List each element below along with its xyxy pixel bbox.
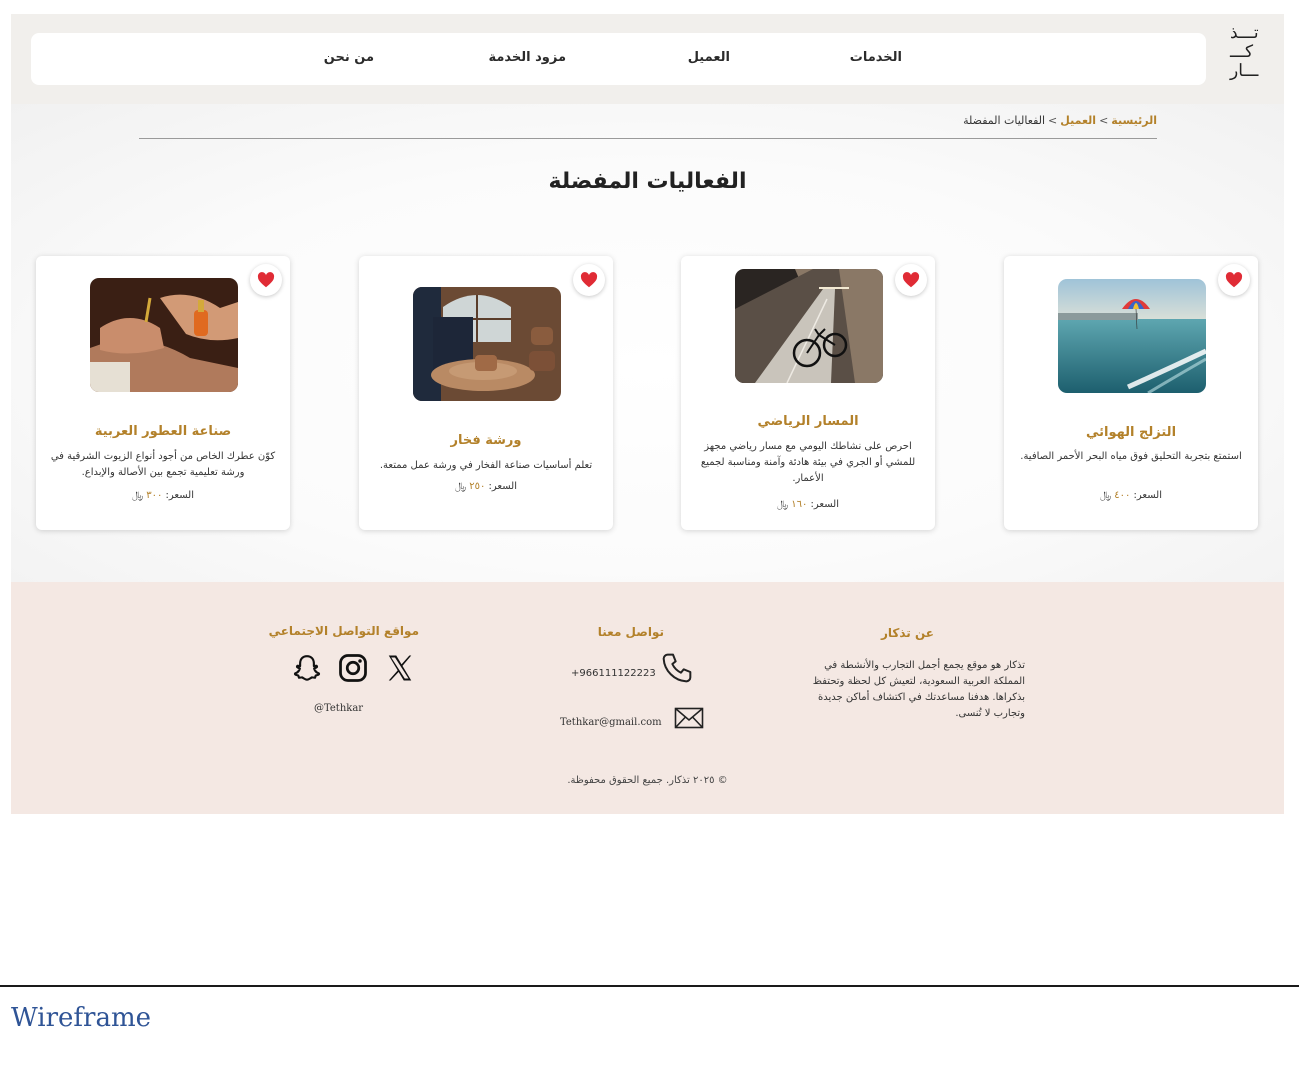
x-icon[interactable] [385,653,415,683]
heart-icon [902,272,920,288]
favorite-button[interactable] [573,264,605,296]
card-description: كوّن عطرك الخاص من أجود أنواع الزيوت الش… [50,451,276,478]
price-value: ٣٠٠ [146,490,163,501]
phone-number[interactable]: +966111122223 [571,668,656,679]
currency-icon: ﷼ [454,481,467,492]
card-price: السعر: ١٦٠ ﷼ [681,499,935,510]
nav-service-provider[interactable]: مزود الخدمة [488,50,566,65]
price-value: ١٦٠ [791,499,808,510]
navbar: الخدمات العميل مزود الخدمة من نحن [31,33,1206,85]
header: الخدمات العميل مزود الخدمة من نحن تـــذ … [11,14,1284,104]
card-price: السعر: ٢٥٠ ﷼ [359,481,613,492]
page-title: الفعاليات المفضلة [548,169,747,194]
breadcrumb-separator: > [1099,114,1109,127]
breadcrumb-client[interactable]: العميل [1060,114,1096,127]
section-label: Wireframe [11,1003,151,1033]
heart-icon [257,272,275,288]
bike-track-photo [735,269,883,383]
activity-card[interactable]: التزلج الهوائي استمتع بتجربة التحليق فوق… [1004,256,1258,530]
logo-line: ـــار [1230,61,1259,81]
favorite-button[interactable] [250,264,282,296]
card-description: احرص على نشاطك اليومي مع مسار رياضي مجهز… [700,441,916,484]
price-label: السعر: [1133,490,1163,501]
heart-icon [1225,272,1243,288]
website-mockup: الخدمات العميل مزود الخدمة من نحن تـــذ … [11,14,1284,814]
activity-card[interactable]: ورشة فخار تعلم أساسيات صناعة الفخار في و… [359,256,613,530]
card-price: السعر: ٣٠٠ ﷼ [36,490,290,501]
card-title[interactable]: التزلج الهوائي [1004,425,1258,440]
phone-icon[interactable] [661,652,693,684]
social-handle[interactable]: @Tethkar [314,703,363,714]
main-content: الرئيسية>العميل>الفعاليات المفضلة الفعال… [11,104,1284,582]
heart-icon [580,272,598,288]
breadcrumb-separator: > [1048,114,1058,127]
pottery-photo [413,287,561,401]
instagram-icon[interactable] [338,653,368,683]
divider [139,138,1157,139]
contact-heading: تواصل معنا [597,625,664,639]
logo-line: تـــذ [1230,23,1259,43]
divider [0,985,1299,987]
favorite-button[interactable] [1218,264,1250,296]
email-address[interactable]: Tethkar@gmail.com [560,717,662,728]
price-label: السعر: [165,490,195,501]
copyright: © ٢٠٢٥ تذكار. جميع الحقوق محفوظة. [567,775,728,786]
parasailing-photo [1058,279,1206,393]
price-value: ٤٠٠ [1114,490,1131,501]
currency-icon: ﷼ [776,499,789,510]
nav-about-us[interactable]: من نحن [324,50,374,65]
card-description: تعلم أساسيات صناعة الفخار في ورشة عمل مم… [379,460,593,471]
snapchat-icon[interactable] [292,653,322,683]
price-label: السعر: [810,499,840,510]
email-icon[interactable] [674,707,704,729]
about-heading: عن تذكار [880,626,934,640]
price-label: السعر: [488,481,518,492]
favorite-button[interactable] [895,264,927,296]
perfume-photo [90,278,238,392]
social-heading: مواقع التواصل الاجتماعي [268,624,419,638]
about-text: تذكار هو موقع يجمع أجمل التجارب والأنشطة… [812,660,1025,719]
nav-services[interactable]: الخدمات [850,50,902,65]
card-title[interactable]: صناعة العطور العربية [36,424,290,439]
logo[interactable]: تـــذ كـــ ـــار [1230,24,1266,81]
activity-card[interactable]: صناعة العطور العربية كوّن عطرك الخاص من … [36,256,290,530]
card-title[interactable]: ورشة فخار [359,433,613,448]
card-description: استمتع بتجربة التحليق فوق مياه البحر الأ… [1020,451,1242,462]
footer: عن تذكار تذكار هو موقع يجمع أجمل التجارب… [11,582,1284,814]
activity-card[interactable]: المسار الرياضي احرص على نشاطك اليومي مع … [681,256,935,530]
card-title[interactable]: المسار الرياضي [681,414,935,429]
breadcrumb: الرئيسية>العميل>الفعاليات المفضلة [963,114,1157,127]
breadcrumb-current: الفعاليات المفضلة [963,114,1046,127]
card-price: السعر: ٤٠٠ ﷼ [1004,490,1258,501]
nav-client[interactable]: العميل [688,50,730,65]
price-value: ٢٥٠ [469,481,486,492]
breadcrumb-home[interactable]: الرئيسية [1111,114,1157,127]
currency-icon: ﷼ [131,490,144,501]
logo-line: كـــ [1230,42,1254,62]
currency-icon: ﷼ [1099,490,1112,501]
